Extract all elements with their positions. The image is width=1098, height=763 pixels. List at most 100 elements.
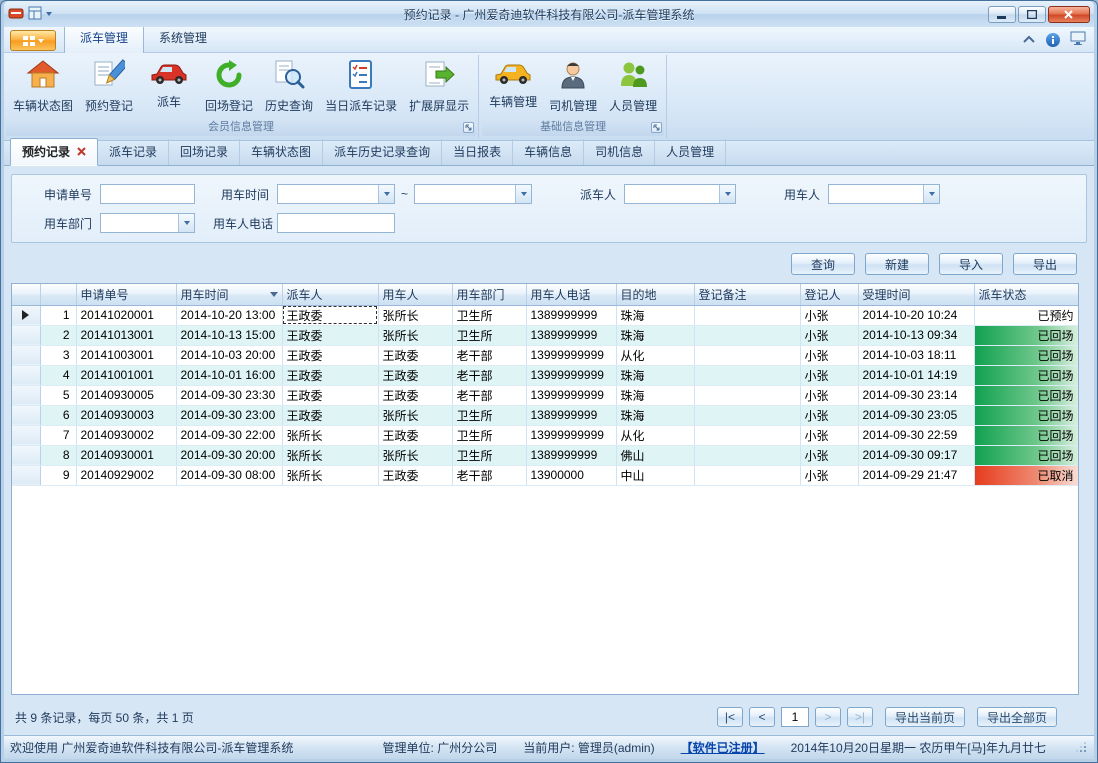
cell-dept[interactable]: 老干部: [452, 365, 526, 385]
cell-registrar[interactable]: 小张: [800, 305, 858, 325]
use-time-to-input[interactable]: [415, 185, 515, 203]
collapse-ribbon-icon[interactable]: [1022, 33, 1036, 47]
doc-tab-people-manage[interactable]: 人员管理: [655, 139, 726, 165]
software-registered-link[interactable]: 【软件已注册】: [681, 739, 765, 756]
cell-remark[interactable]: [694, 365, 800, 385]
cell-use-time[interactable]: 2014-09-30 23:00: [176, 405, 282, 425]
column-header-user[interactable]: 用车人: [378, 284, 452, 305]
cell-apply-no[interactable]: 20140930001: [76, 445, 176, 465]
ribbon-button-extend-screen[interactable]: 扩展屏显示: [404, 56, 474, 119]
table-row[interactable]: 1201410200012014-10-20 13:00王政委张所长卫生所138…: [12, 305, 1078, 325]
cell-apply-no[interactable]: 20140930003: [76, 405, 176, 425]
cell-status[interactable]: 已回场: [974, 325, 1078, 345]
cell-user[interactable]: 张所长: [378, 305, 452, 325]
row-indicator[interactable]: [12, 465, 40, 485]
cell-dept[interactable]: 老干部: [452, 345, 526, 365]
cell-dispatcher[interactable]: 王政委: [282, 345, 378, 365]
cell-registrar[interactable]: 小张: [800, 325, 858, 345]
cell-dept[interactable]: 老干部: [452, 385, 526, 405]
doc-tab-daily-report[interactable]: 当日报表: [442, 139, 513, 165]
cell-phone[interactable]: 13999999999: [526, 365, 616, 385]
cell-registrar[interactable]: 小张: [800, 385, 858, 405]
user-input[interactable]: [829, 185, 923, 203]
cell-destination[interactable]: 珠海: [616, 405, 694, 425]
row-indicator[interactable]: [12, 385, 40, 405]
table-row[interactable]: 2201410130012014-10-13 15:00王政委张所长卫生所138…: [12, 325, 1078, 345]
cell-dispatcher[interactable]: 王政委: [282, 325, 378, 345]
ribbon-button-people-manage[interactable]: 人员管理: [604, 56, 662, 119]
next-page-button[interactable]: >: [815, 707, 841, 727]
doc-tab-dispatch-history-query[interactable]: 派车历史记录查询: [323, 139, 442, 165]
ribbon-button-driver-manage[interactable]: 司机管理: [544, 56, 602, 119]
cell-apply-no[interactable]: 20140929002: [76, 465, 176, 485]
row-indicator[interactable]: [12, 445, 40, 465]
cell-dispatcher[interactable]: 王政委: [282, 365, 378, 385]
resize-grip-icon[interactable]: [1076, 742, 1088, 754]
cell-registrar[interactable]: 小张: [800, 365, 858, 385]
cell-dispatcher[interactable]: 王政委: [282, 305, 378, 325]
cell-registrar[interactable]: 小张: [800, 345, 858, 365]
cell-destination[interactable]: 珠海: [616, 305, 694, 325]
cell-remark[interactable]: [694, 385, 800, 405]
cell-destination[interactable]: 珠海: [616, 385, 694, 405]
export-all-pages-button[interactable]: 导出全部页: [977, 707, 1057, 727]
cell-dispatcher[interactable]: 张所长: [282, 425, 378, 445]
cell-status[interactable]: 已回场: [974, 405, 1078, 425]
cell-dispatcher[interactable]: 王政委: [282, 385, 378, 405]
column-header-remark[interactable]: 登记备注: [694, 284, 800, 305]
cell-phone[interactable]: 1389999999: [526, 445, 616, 465]
cell-use-time[interactable]: 2014-09-30 20:00: [176, 445, 282, 465]
dropdown-arrow-icon[interactable]: [719, 185, 735, 203]
import-button[interactable]: 导入: [939, 253, 1003, 275]
cell-dispatcher[interactable]: 张所长: [282, 445, 378, 465]
last-page-button[interactable]: >|: [847, 707, 873, 727]
create-button[interactable]: 新建: [865, 253, 929, 275]
minimize-button[interactable]: [988, 6, 1016, 23]
cell-accept-time[interactable]: 2014-10-01 14:19: [858, 365, 974, 385]
use-time-from-input[interactable]: [278, 185, 378, 203]
ribbon-button-return-register[interactable]: 回场登记: [200, 56, 258, 119]
cell-accept-time[interactable]: 2014-09-30 23:05: [858, 405, 974, 425]
cell-remark[interactable]: [694, 405, 800, 425]
sort-dropdown-icon[interactable]: [270, 292, 278, 297]
cell-dept[interactable]: 老干部: [452, 465, 526, 485]
table-row[interactable]: 8201409300012014-09-30 20:00张所长张所长卫生所138…: [12, 445, 1078, 465]
column-header-status[interactable]: 派车状态: [974, 284, 1078, 305]
cell-use-time[interactable]: 2014-09-30 23:30: [176, 385, 282, 405]
cell-destination[interactable]: 从化: [616, 425, 694, 445]
column-header-phone[interactable]: 用车人电话: [526, 284, 616, 305]
cell-destination[interactable]: 珠海: [616, 365, 694, 385]
cell-apply-no[interactable]: 20141003001: [76, 345, 176, 365]
cell-use-time[interactable]: 2014-10-13 15:00: [176, 325, 282, 345]
cell-dept[interactable]: 卫生所: [452, 325, 526, 345]
cell-user[interactable]: 王政委: [378, 425, 452, 445]
doc-tab-vehicle-info[interactable]: 车辆信息: [513, 139, 584, 165]
cell-remark[interactable]: [694, 425, 800, 445]
cell-apply-no[interactable]: 20140930005: [76, 385, 176, 405]
first-page-button[interactable]: |<: [717, 707, 743, 727]
dept-input[interactable]: [101, 214, 178, 232]
cell-accept-time[interactable]: 2014-09-29 21:47: [858, 465, 974, 485]
dropdown-arrow-icon[interactable]: [923, 185, 939, 203]
cell-dept[interactable]: 卫生所: [452, 305, 526, 325]
row-indicator[interactable]: [12, 345, 40, 365]
cell-destination[interactable]: 中山: [616, 465, 694, 485]
table-row[interactable]: 6201409300032014-09-30 23:00王政委张所长卫生所138…: [12, 405, 1078, 425]
row-indicator[interactable]: [12, 425, 40, 445]
cell-dispatcher[interactable]: 王政委: [282, 405, 378, 425]
cell-status[interactable]: 已回场: [974, 365, 1078, 385]
cell-dept[interactable]: 卫生所: [452, 405, 526, 425]
cell-phone[interactable]: 1389999999: [526, 305, 616, 325]
cell-remark[interactable]: [694, 325, 800, 345]
cell-use-time[interactable]: 2014-10-01 16:00: [176, 365, 282, 385]
cell-registrar[interactable]: 小张: [800, 445, 858, 465]
application-menu-button[interactable]: [10, 30, 56, 51]
display-switch-icon[interactable]: [1070, 31, 1086, 48]
cell-registrar[interactable]: 小张: [800, 425, 858, 445]
cell-phone[interactable]: 13900000: [526, 465, 616, 485]
cell-destination[interactable]: 从化: [616, 345, 694, 365]
cell-registrar[interactable]: 小张: [800, 405, 858, 425]
cell-user[interactable]: 王政委: [378, 385, 452, 405]
table-row[interactable]: 4201410010012014-10-01 16:00王政委王政委老干部139…: [12, 365, 1078, 385]
cell-remark[interactable]: [694, 345, 800, 365]
